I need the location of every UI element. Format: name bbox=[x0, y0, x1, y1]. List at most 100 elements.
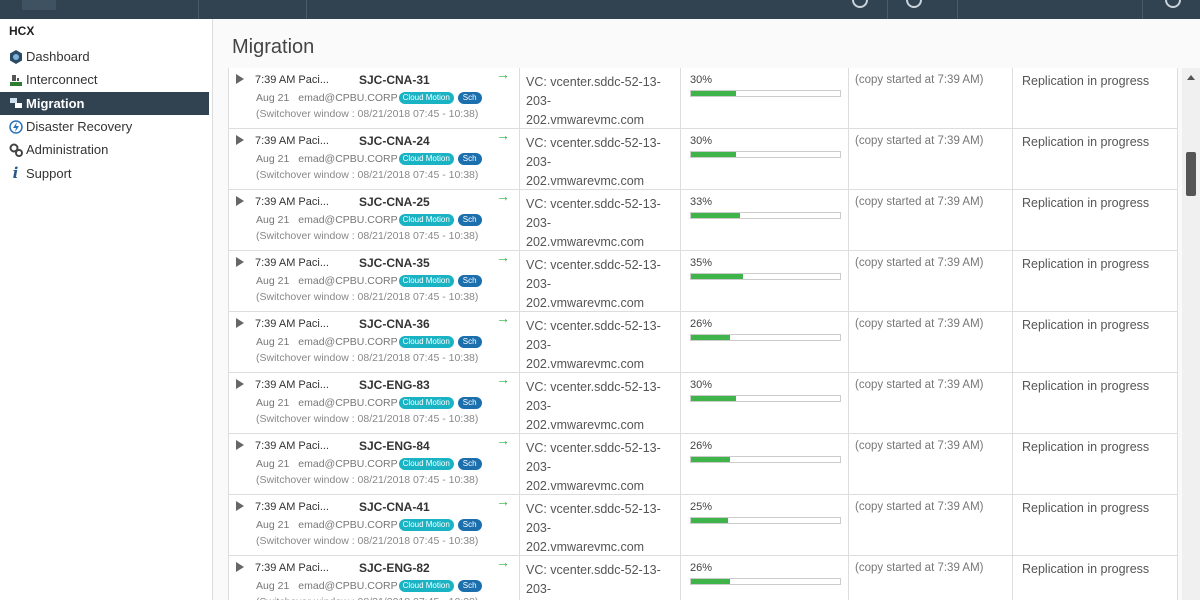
progress-cell: 33% bbox=[681, 190, 849, 251]
table-row[interactable]: 7:39 AM Paci... SJC-ENG-83 Aug 21 emad@C… bbox=[229, 371, 1178, 434]
user-name: emad@CPBU.CORP bbox=[298, 92, 398, 104]
destination-cell: VC: vcenter.sddc-52-13- 203- 202.vmwarev… bbox=[520, 129, 681, 190]
vcenter-line: 202.vmwarevmc.com bbox=[526, 174, 645, 188]
progress-cell: 30% bbox=[681, 68, 849, 129]
vcenter-line: VC: vcenter.sddc-52-13- bbox=[526, 197, 661, 211]
expand-row-icon[interactable] bbox=[236, 318, 244, 328]
schedule-badge: Sch bbox=[457, 153, 482, 165]
expand-row-icon[interactable] bbox=[236, 257, 244, 267]
progress-bar bbox=[690, 273, 841, 280]
scroll-up-arrow[interactable] bbox=[1187, 75, 1195, 80]
table-row[interactable]: 7:39 AM Paci... SJC-CNA-41 Aug 21 emad@C… bbox=[229, 493, 1178, 556]
expand-row-icon[interactable] bbox=[236, 562, 244, 572]
destination-vcenter: VC: vcenter.sddc-52-13- 203- 202.vmwarev… bbox=[526, 317, 676, 374]
destination-vcenter: VC: vcenter.sddc-52-13- 203- 202.vmwarev… bbox=[526, 256, 676, 313]
expand-row-icon[interactable] bbox=[236, 74, 244, 84]
sidebar: HCX Dashboard Interconnect Migration Dis… bbox=[0, 19, 213, 600]
help-icon[interactable] bbox=[906, 0, 922, 8]
cloud-motion-badge: Cloud Motion bbox=[398, 275, 454, 287]
sidebar-item-interconnect[interactable]: Interconnect bbox=[0, 68, 212, 91]
table-row[interactable]: 7:39 AM Paci... SJC-CNA-25 Aug 21 emad@C… bbox=[229, 188, 1178, 251]
vm-name[interactable]: SJC-ENG-82 bbox=[359, 561, 430, 575]
schedule-badge: Sch bbox=[457, 458, 482, 470]
status-text: Replication in progress bbox=[1022, 440, 1150, 454]
progress-percent: 26% bbox=[690, 440, 713, 452]
progress-percent: 26% bbox=[690, 318, 713, 330]
arrow-right-icon: → bbox=[496, 310, 510, 326]
expand-row-icon[interactable] bbox=[236, 135, 244, 145]
start-date: Aug 21 bbox=[256, 397, 290, 409]
table-row[interactable]: 7:39 AM Paci... SJC-ENG-84 Aug 21 emad@C… bbox=[229, 432, 1178, 495]
arrow-right-icon: → bbox=[496, 127, 510, 143]
cloud-motion-badge: Cloud Motion bbox=[398, 458, 454, 470]
expand-row-icon[interactable] bbox=[236, 501, 244, 511]
destination-vcenter: VC: vcenter.sddc-52-13- 203- 202.vmwarev… bbox=[526, 73, 676, 130]
start-time: 7:39 AM Paci... bbox=[255, 379, 329, 391]
interconnect-icon bbox=[8, 72, 23, 87]
sidebar-item-support[interactable]: i Support bbox=[0, 161, 212, 184]
progress-percent: 33% bbox=[690, 196, 713, 208]
page-title: Migration bbox=[232, 36, 315, 58]
status-text: Replication in progress bbox=[1022, 196, 1150, 210]
sidebar-item-label: Disaster Recovery bbox=[26, 119, 133, 135]
progress-percent: 25% bbox=[690, 501, 713, 513]
progress-cell: 35% bbox=[681, 251, 849, 312]
status-cell: Replication in progress bbox=[1013, 251, 1178, 312]
vertical-scrollbar[interactable] bbox=[1182, 68, 1200, 600]
vcenter-line: 203- bbox=[526, 216, 552, 230]
main-content: Migration 7:39 AM Paci... SJC-CNA-31 Aug… bbox=[213, 19, 1200, 600]
app-brand: HCX bbox=[9, 24, 35, 38]
vm-name[interactable]: SJC-CNA-35 bbox=[359, 256, 430, 270]
copy-info-cell: (copy started at 7:39 AM) bbox=[849, 556, 1013, 600]
vcenter-line: 202.vmwarevmc.com bbox=[526, 418, 645, 432]
sidebar-item-migration[interactable]: Migration bbox=[0, 91, 209, 115]
table-row[interactable]: 7:39 AM Paci... SJC-CNA-35 Aug 21 emad@C… bbox=[229, 249, 1178, 313]
vm-name[interactable]: SJC-CNA-31 bbox=[359, 73, 430, 87]
progress-bar-fill bbox=[691, 274, 744, 279]
start-time: 7:39 AM Paci... bbox=[255, 74, 329, 86]
vm-name[interactable]: SJC-ENG-83 bbox=[359, 378, 430, 392]
vcenter-line: 202.vmwarevmc.com bbox=[526, 235, 645, 249]
progress-cell: 26% bbox=[681, 434, 849, 495]
header-divider bbox=[1142, 0, 1143, 19]
dashboard-icon bbox=[8, 49, 23, 64]
user-menu-icon[interactable] bbox=[1165, 0, 1181, 8]
status-cell: Replication in progress bbox=[1013, 495, 1178, 556]
vm-name[interactable]: SJC-CNA-24 bbox=[359, 134, 430, 148]
sidebar-item-dashboard[interactable]: Dashboard bbox=[0, 45, 212, 68]
status-cell: Replication in progress bbox=[1013, 556, 1178, 600]
table-row[interactable]: 7:39 AM Paci... SJC-ENG-82 Aug 21 emad@C… bbox=[229, 554, 1178, 600]
destination-cell: VC: vcenter.sddc-52-13- 203- 202.vmwarev… bbox=[520, 373, 681, 434]
vcenter-line: 203- bbox=[526, 338, 552, 352]
start-time: 7:39 AM Paci... bbox=[255, 318, 329, 330]
vm-name[interactable]: SJC-ENG-84 bbox=[359, 439, 430, 453]
table-row[interactable]: 7:39 AM Paci... SJC-CNA-24 Aug 21 emad@C… bbox=[229, 127, 1178, 190]
header-divider bbox=[306, 0, 307, 19]
progress-bar-fill bbox=[691, 518, 729, 523]
vm-name[interactable]: SJC-CNA-41 bbox=[359, 500, 430, 514]
vm-name[interactable]: SJC-CNA-36 bbox=[359, 317, 430, 331]
sidebar-item-administration[interactable]: Administration bbox=[0, 138, 212, 161]
arrow-right-icon: → bbox=[496, 68, 510, 82]
vcenter-line: VC: vcenter.sddc-52-13- bbox=[526, 258, 661, 272]
notifications-icon[interactable] bbox=[852, 0, 868, 8]
user-name: emad@CPBU.CORP bbox=[298, 336, 398, 348]
header-logo[interactable] bbox=[22, 0, 56, 10]
cloud-motion-badge: Cloud Motion bbox=[398, 397, 454, 409]
scrollbar-thumb[interactable] bbox=[1186, 152, 1196, 196]
sidebar-item-disaster-recovery[interactable]: Disaster Recovery bbox=[0, 115, 212, 138]
arrow-right-icon: → bbox=[496, 432, 510, 448]
progress-percent: 30% bbox=[690, 74, 713, 86]
user-name: emad@CPBU.CORP bbox=[298, 458, 398, 470]
vcenter-line: 203- bbox=[526, 521, 552, 535]
destination-cell: VC: vcenter.sddc-52-13- 203- 202.vmwarev… bbox=[520, 312, 681, 373]
table-row[interactable]: 7:39 AM Paci... SJC-CNA-31 Aug 21 emad@C… bbox=[229, 68, 1178, 129]
expand-row-icon[interactable] bbox=[236, 196, 244, 206]
expand-row-icon[interactable] bbox=[236, 440, 244, 450]
copy-info-cell: (copy started at 7:39 AM) bbox=[849, 251, 1013, 312]
schedule-badge: Sch bbox=[457, 275, 482, 287]
table-row[interactable]: 7:39 AM Paci... SJC-CNA-36 Aug 21 emad@C… bbox=[229, 310, 1178, 373]
destination-cell: VC: vcenter.sddc-52-13- 203- 202.vmwarev… bbox=[520, 495, 681, 556]
expand-row-icon[interactable] bbox=[236, 379, 244, 389]
vm-name[interactable]: SJC-CNA-25 bbox=[359, 195, 430, 209]
